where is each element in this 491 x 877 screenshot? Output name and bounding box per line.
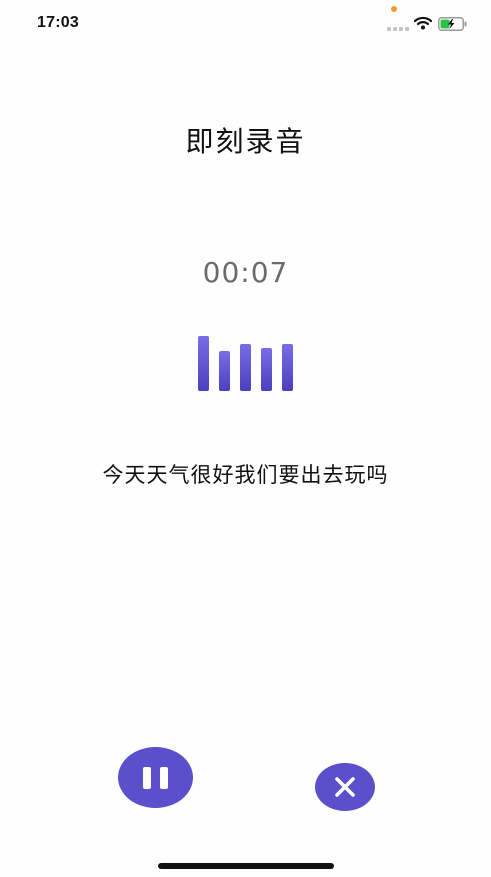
level-bar [282, 344, 293, 391]
home-indicator[interactable] [158, 863, 334, 869]
level-bar [219, 351, 230, 391]
wifi-icon [413, 15, 433, 30]
close-button[interactable] [315, 763, 375, 811]
level-bar [198, 336, 209, 391]
transcript-text: 今天天气很好我们要出去玩吗 [102, 463, 389, 487]
status-time: 17:03 [37, 14, 79, 31]
pause-button[interactable] [118, 747, 193, 808]
cellular-signal-icon [387, 25, 409, 31]
recording-screen: 17:03 即刻录音 00:07 今天天气很好我们要出去玩吗 [0, 0, 491, 877]
level-bar [240, 344, 251, 391]
close-icon [335, 777, 355, 797]
status-bar: 17:03 [0, 0, 491, 48]
recording-timer: 00:07 [202, 256, 289, 289]
audio-level-bars-icon [196, 335, 296, 391]
page-title: 即刻录音 [185, 125, 306, 158]
privacy-indicator-dot [391, 6, 397, 12]
level-bar [261, 348, 272, 391]
battery-charging-icon [438, 16, 468, 31]
